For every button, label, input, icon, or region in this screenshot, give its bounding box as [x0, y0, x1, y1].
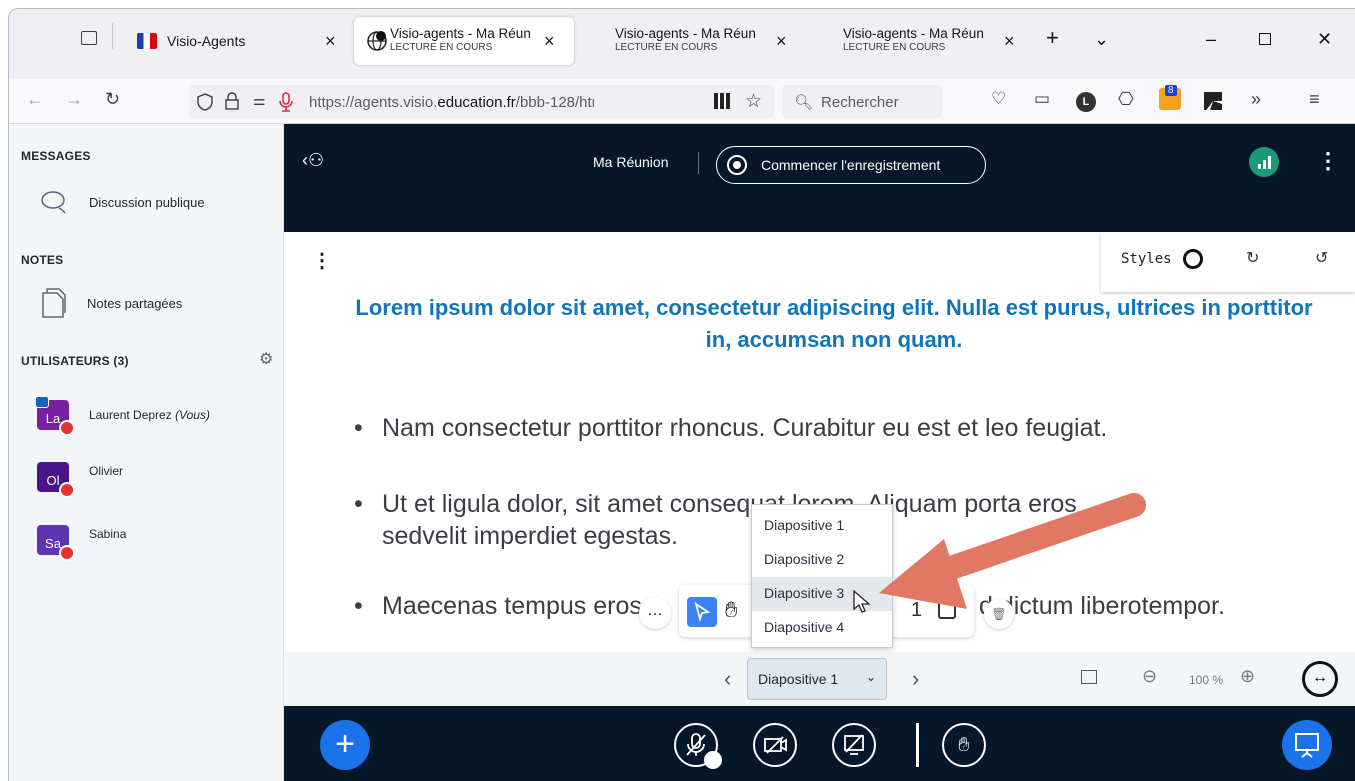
screen-share-button[interactable] [832, 723, 876, 767]
camera-button[interactable] [753, 723, 797, 767]
annotation-arrow [879, 493, 1146, 609]
action-bar: + ✋︎ [284, 706, 1355, 781]
audio-settings-chevron-icon[interactable] [704, 751, 722, 769]
screen-share-off-icon [844, 734, 864, 755]
camera-off-icon [764, 736, 787, 754]
actions-plus-button[interactable]: + [320, 720, 370, 770]
browser-window: Visio-Agents × Visio-agents - Ma Réun LEC… [8, 8, 1355, 781]
raise-hand-button[interactable]: ✋︎ [942, 723, 986, 767]
action-divider [916, 723, 919, 767]
presentation-toggle-button[interactable] [1282, 720, 1332, 770]
unmute-mic-button[interactable] [674, 723, 722, 769]
presentation-icon [1295, 733, 1319, 758]
